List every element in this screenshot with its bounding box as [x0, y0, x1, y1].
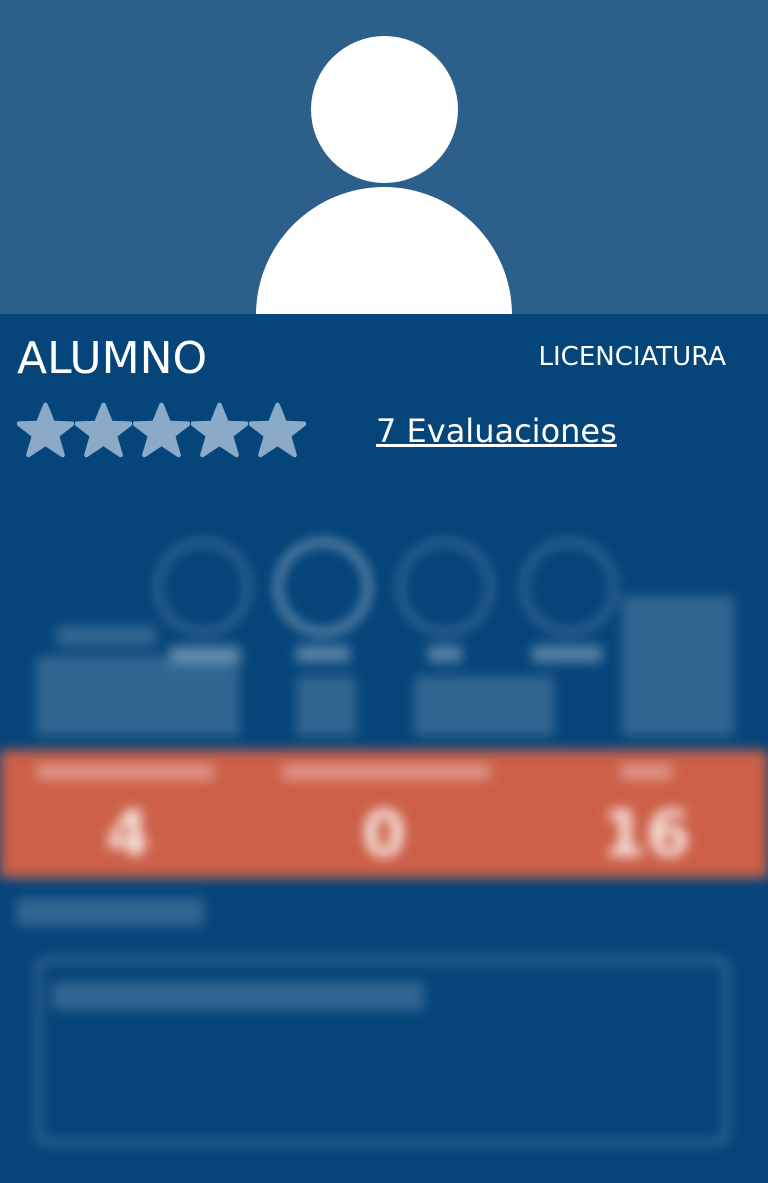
blurred-label: [620, 764, 672, 780]
profile-page: ALUMNO LICENCIATURA 7 Evaluaciones 4 0 1…: [0, 0, 768, 1183]
stats-bar: 4 0 16: [0, 750, 768, 878]
book-icon: [522, 540, 616, 634]
blurred-label: [56, 626, 156, 646]
star-icon: [191, 402, 248, 458]
star-icon: [249, 402, 306, 458]
education-level: LICENCIATURA: [538, 342, 726, 372]
evaluations-link[interactable]: 7 Evaluaciones: [376, 411, 617, 451]
stat-value: 0: [361, 798, 407, 872]
interests-section: [0, 520, 768, 750]
star-icon: [133, 402, 190, 458]
avatar-body: [256, 187, 512, 314]
blurred-text: [52, 982, 424, 1010]
blurred-block: [36, 656, 240, 736]
avatar-head: [311, 36, 458, 183]
star-icon: [75, 402, 132, 458]
blurred-label: [36, 764, 214, 780]
blurred-label: [428, 646, 462, 662]
rating-stars: [17, 402, 306, 459]
network-icon: [398, 540, 492, 634]
stat-value: 4: [105, 798, 151, 872]
blurred-heading: [16, 898, 204, 926]
star-icon: [17, 402, 74, 458]
blurred-label: [296, 646, 350, 662]
user-name: ALUMNO: [17, 333, 208, 384]
blurred-block: [296, 676, 356, 736]
blurred-content: 4 0 16: [0, 480, 768, 1183]
music-icon: [156, 540, 250, 634]
blurred-block: [622, 596, 734, 736]
blurred-label: [282, 764, 490, 780]
blurred-label: [170, 646, 240, 662]
stat-value: 16: [601, 798, 691, 872]
blurred-block: [414, 676, 554, 736]
swim-icon: [276, 540, 370, 634]
bio-box: [36, 958, 728, 1144]
blurred-label: [532, 646, 602, 662]
profile-header: [0, 0, 768, 314]
